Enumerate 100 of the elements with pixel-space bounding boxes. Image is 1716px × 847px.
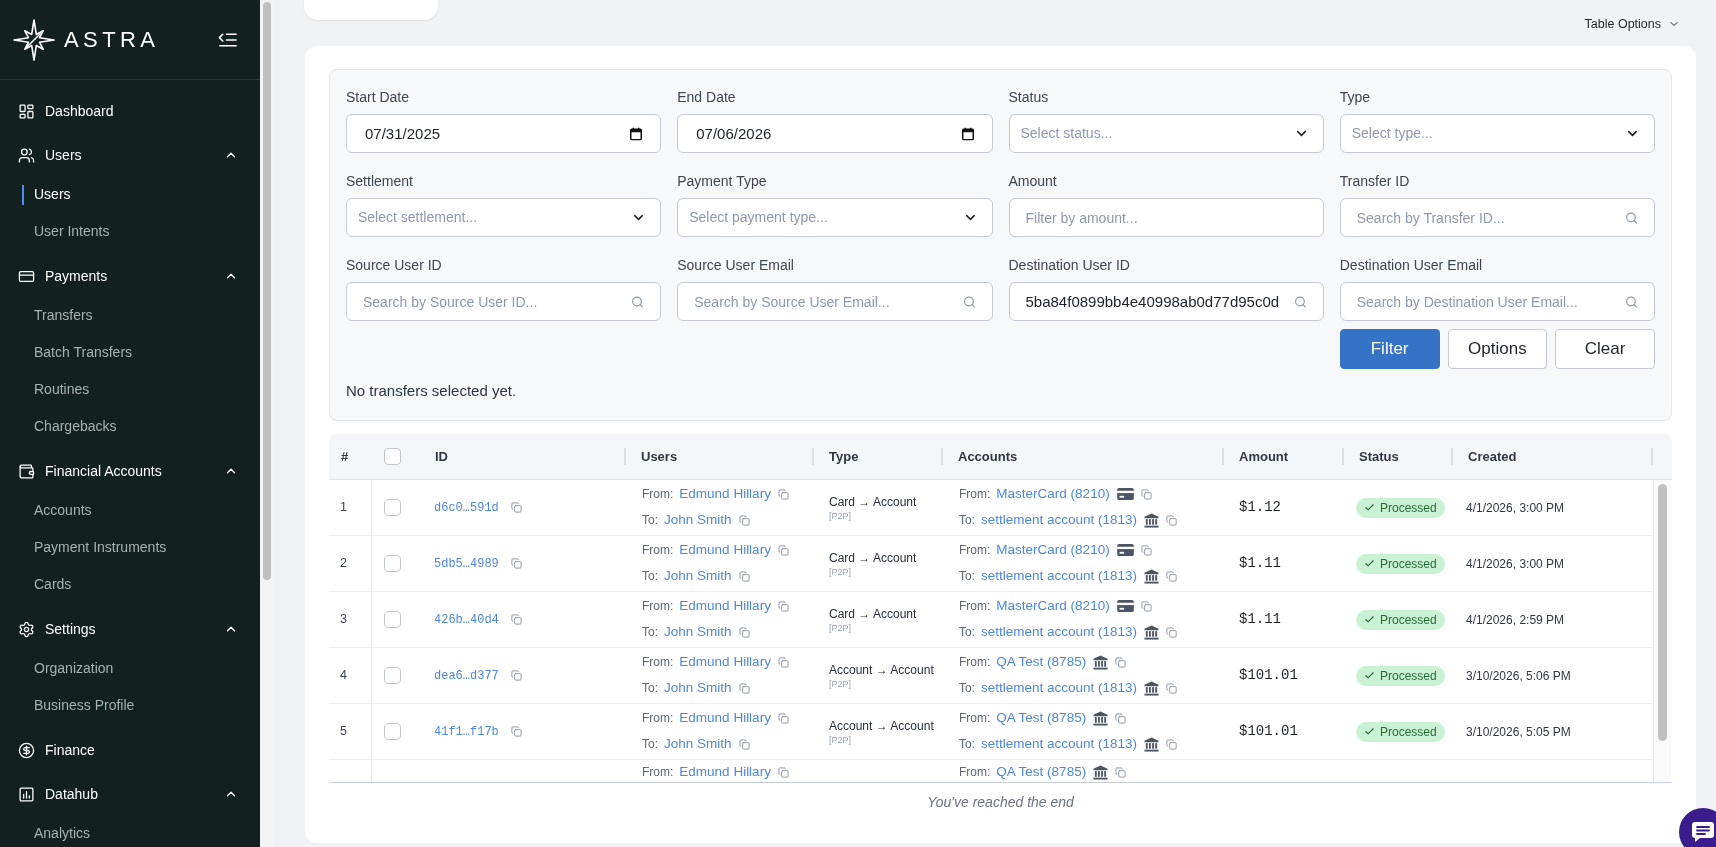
nav-sublink[interactable]: Cards xyxy=(22,574,72,595)
transfer-id-link[interactable]: 41f1…f17b xyxy=(434,722,499,741)
nav-group-button[interactable]: Financial Accounts xyxy=(0,453,260,489)
copy-icon[interactable] xyxy=(510,726,522,737)
sidebar-toggle-icon[interactable] xyxy=(218,31,237,48)
copy-icon[interactable] xyxy=(738,514,750,526)
checkbox[interactable] xyxy=(384,448,401,465)
account-link[interactable]: QA Test (8785) xyxy=(996,651,1087,673)
copy-icon[interactable] xyxy=(777,766,789,778)
user-link[interactable]: Edmund Hillary xyxy=(679,761,771,782)
checkbox[interactable] xyxy=(384,555,401,572)
copy-icon[interactable] xyxy=(1115,656,1127,668)
account-link[interactable]: settlement account (1813) xyxy=(981,565,1138,587)
date-field[interactable]: 07/06/2026 xyxy=(677,114,993,153)
copy-icon[interactable] xyxy=(738,570,750,582)
account-link[interactable]: MasterCard (8210) xyxy=(996,483,1110,505)
copy-icon[interactable] xyxy=(1166,682,1178,694)
account-link[interactable]: settlement account (1813) xyxy=(981,677,1138,699)
nav-sublink[interactable]: User Intents xyxy=(22,221,110,242)
column-header: Amount xyxy=(1239,447,1289,466)
nav-sublink[interactable]: Accounts xyxy=(22,500,92,521)
copy-icon[interactable] xyxy=(777,600,789,612)
search-field[interactable]: Search by Transfer ID... xyxy=(1339,198,1655,237)
search-field[interactable]: 5ba84f0899bb4e40998ab0d77d95c0d xyxy=(1008,282,1324,321)
user-link[interactable]: John Smith xyxy=(664,509,732,531)
user-link[interactable]: Edmund Hillary xyxy=(679,483,771,505)
nav-group-button[interactable]: Settings xyxy=(0,611,260,647)
copy-icon[interactable] xyxy=(1140,600,1152,612)
account-link[interactable]: MasterCard (8210) xyxy=(996,595,1110,617)
copy-icon[interactable] xyxy=(1166,626,1178,638)
account-link[interactable]: settlement account (1813) xyxy=(981,509,1138,531)
copy-icon[interactable] xyxy=(1140,544,1152,556)
search-field[interactable]: Search by Source User Email... xyxy=(677,282,993,321)
copy-icon[interactable] xyxy=(1115,712,1127,724)
select-field[interactable]: Select status... xyxy=(1008,114,1324,153)
scrollbar-thumb[interactable] xyxy=(1658,484,1667,741)
nav-sublink[interactable]: Organization xyxy=(22,658,114,679)
copy-icon[interactable] xyxy=(1166,570,1178,582)
copy-icon[interactable] xyxy=(510,670,522,681)
nav-group-button[interactable]: Payments xyxy=(0,258,260,294)
copy-icon[interactable] xyxy=(1166,738,1178,750)
nav-sublink[interactable]: Analytics xyxy=(22,823,91,844)
checkbox[interactable] xyxy=(384,723,401,740)
copy-icon[interactable] xyxy=(777,712,789,724)
checkbox[interactable] xyxy=(384,499,401,516)
nav-sublink[interactable]: Users xyxy=(22,184,71,205)
user-link[interactable]: Edmund Hillary xyxy=(679,595,771,617)
account-link[interactable]: MasterCard (8210) xyxy=(996,539,1110,561)
nav-group-button[interactable]: Users xyxy=(0,137,260,173)
copy-icon[interactable] xyxy=(777,656,789,668)
table-options-button[interactable]: Table Options xyxy=(1584,15,1680,34)
account-link[interactable]: settlement account (1813) xyxy=(981,733,1138,755)
user-link[interactable]: John Smith xyxy=(664,621,732,643)
transfer-id-link[interactable]: 5db5…4989 xyxy=(434,554,499,573)
copy-icon[interactable] xyxy=(777,544,789,556)
nav-sublink[interactable]: Payment Instruments xyxy=(22,537,167,558)
copy-icon[interactable] xyxy=(510,558,522,569)
checkbox[interactable] xyxy=(384,667,401,684)
search-field[interactable]: Search by Source User ID... xyxy=(346,282,662,321)
nav-group-button[interactable]: Datahub xyxy=(0,776,260,812)
action-button[interactable]: Options xyxy=(1447,329,1548,369)
account-link[interactable]: QA Test (8785) xyxy=(996,707,1087,729)
transfer-id-link[interactable]: d6c0…591d xyxy=(434,498,499,517)
account-link[interactable]: settlement account (1813) xyxy=(981,621,1138,643)
user-link[interactable]: Edmund Hillary xyxy=(679,539,771,561)
user-link[interactable]: John Smith xyxy=(664,565,732,587)
copy-icon[interactable] xyxy=(1140,488,1152,500)
nav-link[interactable]: Dashboard xyxy=(0,93,260,129)
copy-icon[interactable] xyxy=(738,682,750,694)
copy-icon[interactable] xyxy=(1166,514,1178,526)
copy-icon[interactable] xyxy=(1115,766,1127,778)
copy-icon[interactable] xyxy=(777,488,789,500)
action-button[interactable]: Clear xyxy=(1555,329,1655,369)
action-button[interactable]: Filter xyxy=(1339,329,1440,369)
user-link[interactable]: Edmund Hillary xyxy=(679,707,771,729)
copy-icon[interactable] xyxy=(510,502,522,513)
transfer-id-link[interactable]: 426b…40d4 xyxy=(434,610,499,629)
nav-sublink[interactable]: Routines xyxy=(22,379,90,400)
copy-icon[interactable] xyxy=(738,738,750,750)
input-field[interactable]: Filter by amount... xyxy=(1008,198,1324,237)
copy-icon[interactable] xyxy=(738,626,750,638)
checkbox[interactable] xyxy=(384,611,401,628)
select-field[interactable]: Select payment type... xyxy=(677,198,993,237)
nav-sublink[interactable]: Business Profile xyxy=(22,695,135,716)
select-field[interactable]: Select settlement... xyxy=(346,198,662,237)
copy-icon[interactable] xyxy=(510,614,522,625)
nav-link[interactable]: Finance xyxy=(0,732,260,768)
nav-sublink[interactable]: Chargebacks xyxy=(22,416,117,437)
account-link[interactable]: QA Test (8785) xyxy=(996,761,1087,782)
scrollbar-thumb[interactable] xyxy=(263,2,271,580)
user-link[interactable]: John Smith xyxy=(664,733,732,755)
nav-sublink[interactable]: Batch Transfers xyxy=(22,342,133,363)
user-link[interactable]: Edmund Hillary xyxy=(679,651,771,673)
user-link[interactable]: John Smith xyxy=(664,677,732,699)
search-field[interactable]: Search by Destination User Email... xyxy=(1339,282,1655,321)
select-field[interactable]: Select type... xyxy=(1339,114,1655,153)
date-field[interactable]: 07/31/2025 xyxy=(346,114,662,153)
transfer-id-link[interactable]: dea6…d377 xyxy=(434,666,499,685)
nav-sublink[interactable]: Transfers xyxy=(22,305,93,326)
direction-label: To: xyxy=(959,624,975,641)
